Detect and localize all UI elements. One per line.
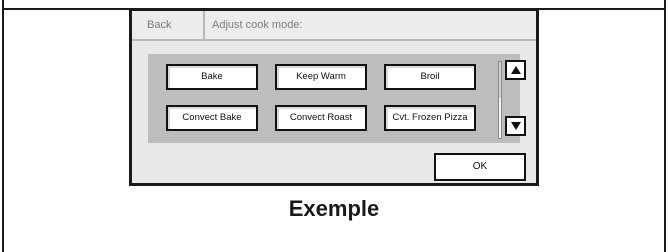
triangle-up-icon [510, 66, 521, 74]
back-button[interactable]: Back [132, 11, 205, 39]
caption: Exemple [288, 196, 380, 221]
scrollbar-thumb[interactable] [499, 62, 501, 98]
ok-button[interactable]: OK [434, 153, 526, 181]
scroll-down-button[interactable] [505, 116, 526, 136]
scroll-up-button[interactable] [505, 60, 526, 80]
title-bar: Back Adjust cook mode: [132, 11, 536, 41]
mode-button-cvt-frozen-pizza[interactable]: Cvt. Frozen Pizza [384, 105, 476, 131]
oven-control-screen: Back Adjust cook mode: Bake Keep Warm Br… [129, 8, 539, 186]
screen-title: Adjust cook mode: [212, 19, 303, 31]
triangle-down-icon [510, 122, 521, 130]
mode-button-convect-roast[interactable]: Convect Roast [275, 105, 367, 131]
mode-button-bake[interactable]: Bake [166, 64, 258, 90]
scrollbar-track[interactable] [498, 61, 502, 139]
cook-mode-panel: Bake Keep Warm Broil Convect Bake Convec… [148, 54, 526, 143]
mode-button-convect-bake[interactable]: Convect Bake [166, 105, 258, 131]
mode-button-broil[interactable]: Broil [384, 64, 476, 90]
mode-button-keep-warm[interactable]: Keep Warm [275, 64, 367, 90]
